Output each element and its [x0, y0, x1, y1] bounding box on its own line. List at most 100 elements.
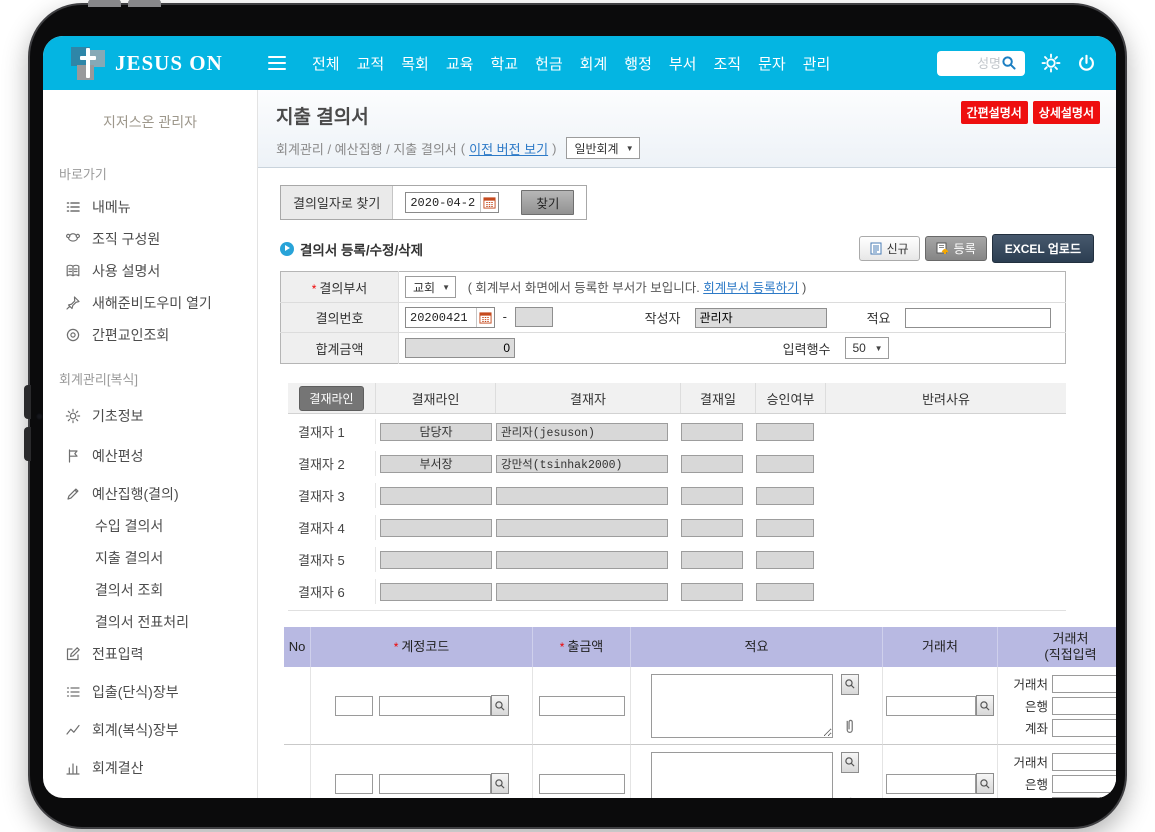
nav-item[interactable]: 조직 — [713, 53, 741, 74]
nav-item[interactable]: 전체 — [312, 53, 340, 74]
account-name-input[interactable] — [379, 696, 491, 716]
new-button[interactable]: 신규 — [859, 236, 920, 261]
sidebar-item-my-menu[interactable]: 내메뉴 — [43, 191, 257, 223]
vendor-direct-input[interactable] — [1052, 753, 1116, 771]
sidebar-item-resolution-slip-process[interactable]: 결의서 전표처리 — [43, 606, 257, 638]
account-code-input[interactable] — [335, 696, 373, 716]
detail-manual-button[interactable]: 상세설명서 — [1033, 101, 1100, 124]
row-count-label: 입력행수 — [689, 333, 839, 364]
sidebar-item-quick-member-lookup[interactable]: 간편교인조회 — [43, 319, 257, 351]
register-button[interactable]: 등록 — [925, 236, 987, 261]
sidebar-item-org-members[interactable]: 조직 구성원 — [43, 223, 257, 255]
summary-textarea[interactable] — [651, 674, 833, 738]
resolution-date-search-bar: 결의일자로 찾기 찾기 — [280, 185, 587, 220]
bank-input[interactable] — [1052, 697, 1116, 715]
power-icon[interactable] — [1077, 54, 1096, 73]
amount-input[interactable] — [539, 696, 625, 716]
section-bullet-icon — [280, 242, 294, 256]
approval-header-approved: 승인여부 — [756, 383, 826, 413]
attachment-paperclip-icon[interactable] — [842, 796, 857, 798]
sidebar-item-expense-resolution[interactable]: 지출 결의서 — [43, 542, 257, 574]
account-name-input[interactable] — [379, 774, 491, 794]
approval-status-input — [756, 519, 814, 537]
approver-role-input — [380, 455, 492, 473]
approval-header-line: 결재라인 — [376, 383, 496, 413]
settings-gear-icon[interactable] — [1041, 53, 1061, 73]
member-search-input[interactable] — [943, 56, 1001, 71]
nav-item[interactable]: 관리 — [803, 53, 831, 74]
sidebar-item-budget-planning[interactable]: 예산편성 — [43, 440, 257, 472]
sidebar-item-accounting-settlement[interactable]: 회계결산 — [43, 752, 257, 784]
summary-search-icon[interactable] — [841, 752, 859, 773]
sidebar-item-slip-entry[interactable]: 전표입력 — [43, 638, 257, 670]
sidebar-item-basic-info[interactable]: 기초정보 — [43, 400, 257, 432]
vendor-input[interactable] — [886, 696, 976, 716]
document-icon — [870, 242, 882, 255]
bank-account-label: 계좌 — [1004, 796, 1048, 798]
sidebar-item-single-entry-ledger[interactable]: 입출(단식)장부 — [43, 676, 257, 708]
approver-row-label: 결재자 1 — [288, 419, 376, 444]
entry-header-amount: *출금액 — [533, 627, 631, 667]
calendar-icon[interactable] — [476, 308, 494, 327]
nav-item[interactable]: 부서 — [669, 53, 697, 74]
entry-account-cell — [311, 667, 533, 745]
nav-item[interactable]: 목회 — [401, 53, 429, 74]
bank-account-input[interactable] — [1052, 719, 1116, 737]
nav-item[interactable]: 헌금 — [535, 53, 563, 74]
summary-input[interactable] — [905, 308, 1051, 328]
summary-search-icon[interactable] — [841, 674, 859, 695]
find-button[interactable]: 찾기 — [521, 190, 574, 215]
account-search-icon[interactable] — [491, 695, 509, 716]
resolution-date-input[interactable] — [406, 196, 480, 210]
simple-manual-button[interactable]: 간편설명서 — [961, 101, 1028, 124]
excel-upload-button[interactable]: EXCEL 업로드 — [992, 234, 1094, 263]
sidebar-item-label: 지출 결의서 — [95, 548, 163, 568]
brand-logo[interactable]: JESUS ON — [43, 46, 258, 80]
nav-item[interactable]: 학교 — [490, 53, 518, 74]
tablet-volume-button — [24, 385, 31, 419]
vendor-direct-input[interactable] — [1052, 675, 1116, 693]
sidebar-item-budget-execution[interactable]: 예산집행(결의) — [43, 478, 257, 510]
nav-item[interactable]: 행정 — [624, 53, 652, 74]
dept-note: ( 회계부서 화면에서 등록한 부서가 보입니다. 회계부서 등록하기 ) — [468, 281, 807, 295]
nav-item[interactable]: 교육 — [446, 53, 474, 74]
summary-label: 적요 — [839, 303, 899, 333]
vendor-search-icon[interactable] — [976, 773, 994, 794]
amount-input[interactable] — [539, 774, 625, 794]
hamburger-menu-icon[interactable] — [268, 52, 286, 74]
bank-account-input[interactable] — [1052, 797, 1116, 798]
nav-item[interactable]: 교적 — [357, 53, 385, 74]
summary-textarea[interactable] — [651, 752, 833, 798]
sidebar-item-income-resolution[interactable]: 수입 결의서 — [43, 510, 257, 542]
list-icon — [65, 684, 81, 700]
attachment-paperclip-icon[interactable] — [842, 718, 857, 740]
resolution-no-input[interactable] — [406, 311, 476, 325]
previous-version-link[interactable]: 이전 버전 보기 — [469, 139, 548, 158]
vendor-input[interactable] — [886, 774, 976, 794]
bank-input[interactable] — [1052, 775, 1116, 793]
account-code-input[interactable] — [335, 774, 373, 794]
approval-line-button[interactable]: 결재라인 — [299, 386, 363, 411]
approval-row: 결재자 5 — [288, 547, 1066, 572]
register-accounting-dept-link[interactable]: 회계부서 등록하기 — [703, 281, 798, 295]
approval-date-input — [681, 487, 743, 505]
sidebar-item-user-manual[interactable]: 사용 설명서 — [43, 255, 257, 287]
vendor-search-icon[interactable] — [976, 695, 994, 716]
resolution-no-suffix-input[interactable] — [515, 307, 553, 327]
row-count-select[interactable]: 50 — [845, 337, 889, 359]
nav-item[interactable]: 문자 — [758, 53, 786, 74]
sidebar-item-newyear-helper[interactable]: 새해준비도우미 열기 — [43, 287, 257, 319]
nav-item[interactable]: 회계 — [580, 53, 608, 74]
vendor-direct-label: 거래처 — [1004, 752, 1048, 771]
account-type-select[interactable]: 일반회계 — [566, 137, 639, 159]
entry-table: No *계정코드 *출금액 적요 거래처 거래처 (직접입력 — [284, 627, 1116, 798]
calendar-icon[interactable] — [480, 193, 498, 212]
account-search-icon[interactable] — [491, 773, 509, 794]
search-icon[interactable] — [1001, 55, 1017, 71]
sidebar-item-double-entry-ledger[interactable]: 회계(복식)장부 — [43, 714, 257, 746]
sidebar-item-resolution-lookup[interactable]: 결의서 조회 — [43, 574, 257, 606]
upload-document-icon — [936, 242, 949, 255]
edit-square-icon — [65, 646, 81, 662]
dept-select[interactable]: 교회 — [405, 276, 456, 298]
entry-row: 거래처 은행 계좌 — [284, 745, 1116, 798]
